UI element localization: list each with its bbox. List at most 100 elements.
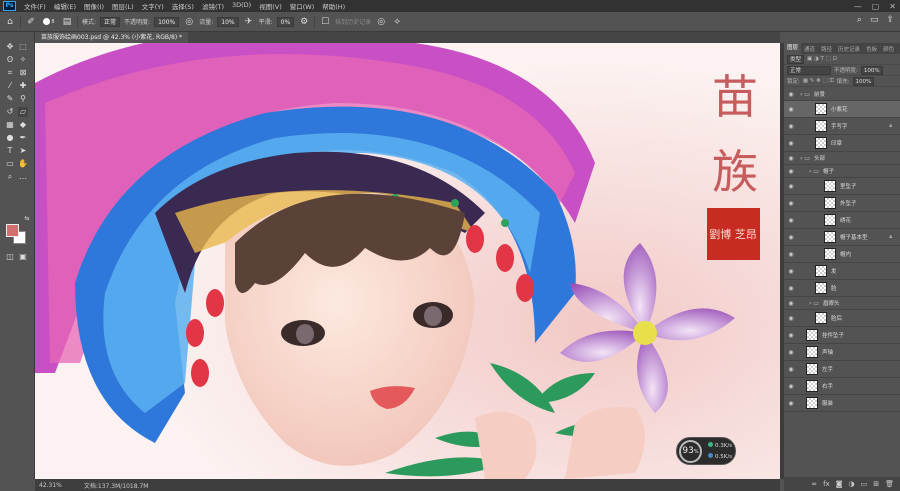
marquee-tool-icon[interactable]: ⬚	[18, 42, 28, 52]
layer-row[interactable]: ◉ 手写字 🔒︎	[784, 118, 900, 135]
foreground-color-swatch[interactable]	[6, 224, 19, 237]
home-icon[interactable]: ⌂	[4, 16, 16, 28]
visibility-eye-icon[interactable]: ◉	[787, 106, 795, 113]
eraser-tool-icon[interactable]: ✐	[25, 16, 37, 28]
menu-item[interactable]: 帮助(H)	[318, 1, 349, 11]
eraser-tool-icon[interactable]: ▱	[18, 107, 28, 117]
visibility-eye-icon[interactable]: ◉	[787, 383, 795, 390]
search-icon[interactable]: ⌕	[857, 15, 862, 25]
new-layer-icon[interactable]: ⊞	[873, 480, 879, 488]
visibility-eye-icon[interactable]: ◉	[787, 91, 795, 98]
zoom-tool-icon[interactable]: ⌕	[5, 172, 15, 182]
symmetry-icon[interactable]: ⟡	[391, 16, 403, 28]
menu-item[interactable]: 选择(S)	[168, 1, 198, 11]
layer-group-row[interactable]: ◉ › ▭ 眉眼头	[784, 297, 900, 310]
move-tool-icon[interactable]: ✥	[5, 42, 15, 52]
lock-icons[interactable]: ▦ ✎ ✥ ⬚ ⚿	[803, 78, 834, 85]
mask-icon[interactable]: ◙	[836, 480, 843, 488]
layer-row[interactable]: ◉ 脸	[784, 280, 900, 297]
panel-tab[interactable]: 图层	[784, 43, 802, 54]
layer-row[interactable]: ◉ 绣花	[784, 212, 900, 229]
document-canvas[interactable]: 苗 族 劉博 芝昂	[35, 43, 780, 479]
panel-tab[interactable]: 色板	[863, 45, 880, 53]
layer-row[interactable]: ◉ 发	[784, 263, 900, 280]
history-checkbox[interactable]: ☐	[319, 16, 331, 28]
fill-field[interactable]: 100%	[852, 76, 875, 86]
eyedropper-tool-icon[interactable]: ⁄	[5, 81, 15, 91]
hand-tool-icon[interactable]: ✋	[18, 159, 28, 169]
mode-dropdown[interactable]: 正常	[100, 16, 121, 27]
path-select-tool-icon[interactable]: ➤	[18, 146, 28, 156]
link-icon[interactable]: ∞	[811, 480, 817, 488]
type-tool-icon[interactable]: T	[5, 146, 15, 156]
visibility-eye-icon[interactable]: ◉	[787, 234, 795, 241]
lasso-tool-icon[interactable]: ʘ	[5, 55, 15, 65]
folder-icon[interactable]: › ▭	[809, 168, 819, 175]
smoothing-field[interactable]: 0%	[276, 16, 295, 27]
swap-colors-icon[interactable]: ⇆	[22, 214, 32, 224]
adjustment-icon[interactable]: ◑	[849, 480, 855, 488]
network-speed-widget[interactable]: 93% 0.3K/s 0.5K/s	[676, 437, 736, 465]
zoom-level[interactable]: 42.31%	[39, 482, 62, 489]
folder-icon[interactable]: › ▭	[800, 155, 810, 162]
airbrush-icon[interactable]: ✈	[243, 16, 255, 28]
pen-tool-icon[interactable]: ✒	[18, 133, 28, 143]
gradient-tool-icon[interactable]: ▦	[5, 120, 15, 130]
quick-select-tool-icon[interactable]: ✧	[18, 55, 28, 65]
menu-item[interactable]: 编辑(E)	[50, 1, 80, 11]
folder-icon[interactable]: › ▭	[800, 91, 810, 98]
visibility-eye-icon[interactable]: ◉	[787, 366, 795, 373]
layer-group-row[interactable]: ◉ › ▭ 前景	[784, 88, 900, 101]
document-tab[interactable]: 苗族服饰绘画003.psd @ 42.3% (小紫花, RGB/8) *	[35, 32, 189, 43]
dodge-tool-icon[interactable]: ●	[5, 133, 15, 143]
visibility-eye-icon[interactable]: ◉	[787, 400, 795, 407]
blend-mode-dropdown[interactable]: 正常	[787, 65, 831, 75]
quick-mask-icon[interactable]: ◫	[5, 252, 15, 262]
minimize-button[interactable]: —	[854, 2, 862, 11]
panel-tab[interactable]: 历史记录	[835, 45, 863, 53]
layer-row[interactable]: ◉ 挂件坠子	[784, 327, 900, 344]
brush-preset-picker[interactable]: 8	[41, 16, 57, 28]
layer-row[interactable]: ◉ 左手	[784, 361, 900, 378]
layer-row[interactable]: ◉ 帽内	[784, 246, 900, 263]
opacity-field[interactable]: 100%	[154, 16, 180, 27]
history-brush-tool-icon[interactable]: ↺	[5, 107, 15, 117]
visibility-eye-icon[interactable]: ◉	[787, 217, 795, 224]
menu-item[interactable]: 文件(F)	[20, 1, 50, 11]
layer-row[interactable]: ◉ 脸后	[784, 310, 900, 327]
frame-tool-icon[interactable]: ⊠	[18, 68, 28, 78]
layer-row[interactable]: ◉ 右手	[784, 378, 900, 395]
layer-group-row[interactable]: ◉ › ▭ 帽子	[784, 165, 900, 178]
layer-row[interactable]: ◉ 印章	[784, 135, 900, 152]
workspace-icon[interactable]: ▭	[870, 15, 879, 25]
visibility-eye-icon[interactable]: ◉	[787, 168, 795, 175]
clone-stamp-tool-icon[interactable]: ⚲	[18, 94, 28, 104]
visibility-eye-icon[interactable]: ◉	[787, 123, 795, 130]
folder-icon[interactable]: › ▭	[809, 300, 819, 307]
close-button[interactable]: ✕	[889, 2, 896, 11]
layer-row[interactable]: ◉ 声轴	[784, 344, 900, 361]
healing-brush-tool-icon[interactable]: ✚	[18, 81, 28, 91]
visibility-eye-icon[interactable]: ◉	[787, 300, 795, 307]
trash-icon[interactable]: 🗑︎	[885, 480, 894, 488]
layer-opacity-field[interactable]: 100%	[860, 65, 883, 75]
gear-icon[interactable]: ⚙	[298, 16, 310, 28]
menu-item[interactable]: 文字(Y)	[138, 1, 168, 11]
fx-icon[interactable]: fx	[823, 480, 830, 488]
visibility-eye-icon[interactable]: ◉	[787, 285, 795, 292]
layer-row[interactable]: ◉ 服装	[784, 395, 900, 412]
menu-item[interactable]: 图像(I)	[80, 1, 108, 11]
screen-mode-icon[interactable]: ▣	[18, 252, 28, 262]
menu-item[interactable]: 窗口(W)	[286, 1, 319, 11]
visibility-eye-icon[interactable]: ◉	[787, 315, 795, 322]
panel-tab[interactable]: 颜色	[880, 45, 897, 53]
more-tools-icon[interactable]: …	[18, 172, 28, 182]
panel-tab[interactable]: 通道	[801, 45, 818, 53]
visibility-eye-icon[interactable]: ◉	[787, 251, 795, 258]
visibility-eye-icon[interactable]: ◉	[787, 332, 795, 339]
share-icon[interactable]: ⇪	[886, 15, 894, 25]
visibility-eye-icon[interactable]: ◉	[787, 200, 795, 207]
layer-row[interactable]: ◉ 帽子基本型 🔒︎	[784, 229, 900, 246]
brush-settings-icon[interactable]: ▤	[61, 16, 73, 28]
rectangle-tool-icon[interactable]: ▭	[5, 159, 15, 169]
